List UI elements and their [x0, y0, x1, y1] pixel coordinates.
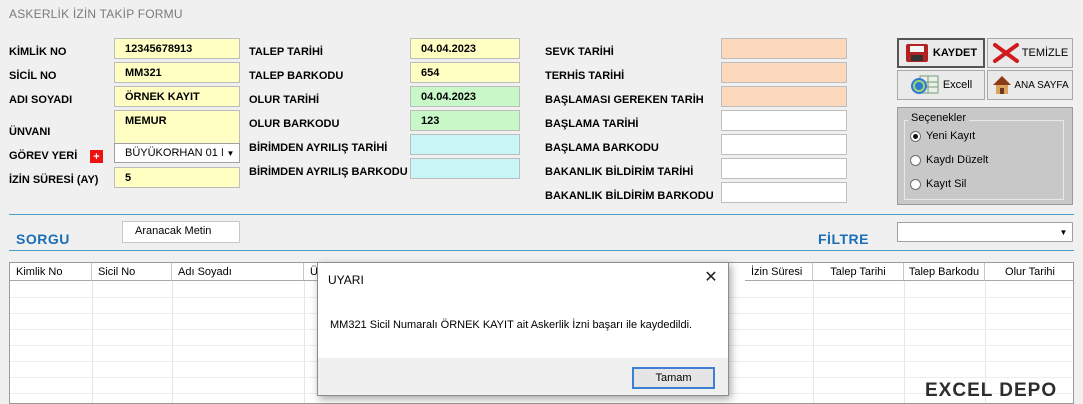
gorev-label: GÖREV YERİ — [9, 150, 78, 162]
birim-barkod-field[interactable] — [410, 158, 520, 179]
watermark-logo: EXCEL DEPO — [925, 380, 1058, 401]
radio-dot — [910, 130, 921, 142]
izin-field[interactable]: 5 — [114, 167, 240, 188]
baslamasi-label: BAŞLAMASI GEREKEN TARİH — [545, 94, 704, 106]
unvan-field[interactable]: MEMUR — [114, 110, 240, 144]
olur-tarihi-field[interactable]: 04.04.2023 — [410, 86, 520, 107]
bakanlik-tarih-field[interactable] — [721, 158, 847, 179]
radio-label: Yeni Kayıt — [926, 130, 976, 142]
baslama-barkodu-field[interactable] — [721, 134, 847, 155]
anasayfa-button[interactable]: ANA SAYFA — [987, 70, 1073, 100]
dropdown-arrow-icon[interactable]: ▼ — [1056, 224, 1071, 240]
col-talep-tarihi[interactable]: Talep Tarihi — [813, 263, 904, 281]
kimlik-label: KİMLİK NO — [9, 46, 67, 58]
talep-barkodu-field[interactable]: 654 — [410, 62, 520, 83]
options-title: Seçenekler — [908, 112, 970, 124]
col-adsoyad[interactable]: Adı Soyadı — [172, 263, 304, 281]
sevk-label: SEVK TARİHİ — [545, 46, 614, 58]
talep-tarihi-label: TALEP TARİHİ — [249, 46, 323, 58]
temizle-button[interactable]: TEMİZLE — [987, 38, 1073, 68]
search-input[interactable]: Aranacak Metin — [122, 221, 240, 243]
radio-dot — [910, 178, 921, 190]
adsoyad-field[interactable]: ÖRNEK KAYIT — [114, 86, 240, 107]
talep-barkodu-label: TALEP BARKODU — [249, 70, 344, 82]
save-icon — [905, 44, 928, 62]
grid-vline — [92, 281, 93, 403]
izin-label: İZİN SÜRESİ (AY) — [9, 174, 99, 186]
grid-vline — [904, 281, 905, 403]
close-icon[interactable]: ✕ — [701, 267, 721, 287]
bakanlik-barkod-field[interactable] — [721, 182, 847, 203]
col-talep-barkodu[interactable]: Talep Barkodu — [904, 263, 985, 281]
alert-dialog: UYARI ✕ MM321 Sicil Numaralı ÖRNEK KAYIT… — [317, 262, 729, 396]
dialog-footer: Tamam — [318, 358, 728, 395]
unvan-label: ÜNVANI — [9, 126, 51, 138]
separator-bottom — [9, 250, 1074, 251]
add-gorev-button[interactable]: + — [90, 150, 103, 163]
terhis-label: TERHİS TARİHİ — [545, 70, 625, 82]
bakanlik-tarih-label: BAKANLIK BİLDİRİM TARİHİ — [545, 166, 694, 178]
excel-icon — [910, 75, 939, 94]
anasayfa-label: ANA SAYFA — [1014, 79, 1069, 91]
radio-kayit-sil[interactable]: Kayıt Sil — [910, 178, 966, 190]
dialog-title: UYARI — [328, 273, 364, 287]
options-group: Seçenekler Yeni Kayıt Kaydı Düzelt Kayıt… — [897, 107, 1073, 205]
adsoyad-label: ADI SOYADI — [9, 94, 73, 106]
radio-label: Kaydı Düzelt — [926, 154, 989, 166]
talep-tarihi-field[interactable]: 04.04.2023 — [410, 38, 520, 59]
olur-barkodu-field[interactable]: 123 — [410, 110, 520, 131]
grid-vline — [304, 281, 305, 403]
olur-tarihi-label: OLUR TARİHİ — [249, 94, 320, 106]
grid-vline — [172, 281, 173, 403]
gorev-combo[interactable]: BÜYÜKORHAN 01 NC ▼ — [114, 143, 240, 163]
radio-yeni-kayit[interactable]: Yeni Kayıt — [910, 130, 975, 142]
baslama-tarihi-field[interactable] — [721, 110, 847, 131]
separator-top — [9, 214, 1074, 215]
radio-dot — [910, 154, 921, 166]
sicil-field[interactable]: MM321 — [114, 62, 240, 83]
baslama-barkodu-label: BAŞLAMA BARKODU — [545, 142, 659, 154]
kaydet-button[interactable]: KAYDET — [897, 38, 985, 68]
baslama-tarihi-label: BAŞLAMA TARİHİ — [545, 118, 639, 130]
gorev-value: BÜYÜKORHAN 01 NC — [125, 147, 237, 159]
excel-label: Excell — [942, 79, 973, 91]
sevk-field[interactable] — [721, 38, 847, 59]
kimlik-field[interactable]: 12345678913 — [114, 38, 240, 59]
excel-button[interactable]: Excell — [897, 70, 985, 100]
sorgu-label: SORGU — [16, 231, 70, 247]
kaydet-label: KAYDET — [932, 47, 978, 59]
form-title: ASKERLİK İZİN TAKİP FORMU — [9, 7, 183, 21]
baslamasi-field[interactable] — [721, 86, 847, 107]
radio-label: Kayıt Sil — [926, 178, 967, 190]
col-olur-tarihi[interactable]: Olur Tarihi — [985, 263, 1073, 281]
bakanlik-barkod-label: BAKANLIK BİLDİRİM BARKODU — [545, 190, 714, 202]
birim-tarih-field[interactable] — [410, 134, 520, 155]
dialog-message: MM321 Sicil Numaralı ÖRNEK KAYIT ait Ask… — [330, 319, 693, 331]
terhis-field[interactable] — [721, 62, 847, 83]
radio-kaydi-duzelt[interactable]: Kaydı Düzelt — [910, 154, 988, 166]
delete-x-icon — [992, 43, 1019, 63]
col-sicil[interactable]: Sicil No — [92, 263, 172, 281]
dropdown-arrow-icon[interactable]: ▼ — [223, 145, 238, 161]
home-icon — [993, 76, 1012, 94]
col-izin[interactable]: İzin Süresi — [745, 263, 813, 281]
filtre-label: FİLTRE — [818, 231, 869, 247]
grid-vline — [813, 281, 814, 403]
birim-tarih-label: BİRİMDEN AYRILIŞ TARİHİ — [249, 142, 388, 154]
filtre-combo[interactable]: ▼ — [897, 222, 1073, 242]
ok-button[interactable]: Tamam — [632, 367, 715, 389]
temizle-label: TEMİZLE — [1021, 47, 1069, 59]
olur-barkodu-label: OLUR BARKODU — [249, 118, 340, 130]
birim-barkod-label: BİRİMDEN AYRILIŞ BARKODU — [249, 166, 408, 178]
col-kimlik[interactable]: Kimlik No — [10, 263, 92, 281]
sicil-label: SİCİL NO — [9, 70, 57, 82]
